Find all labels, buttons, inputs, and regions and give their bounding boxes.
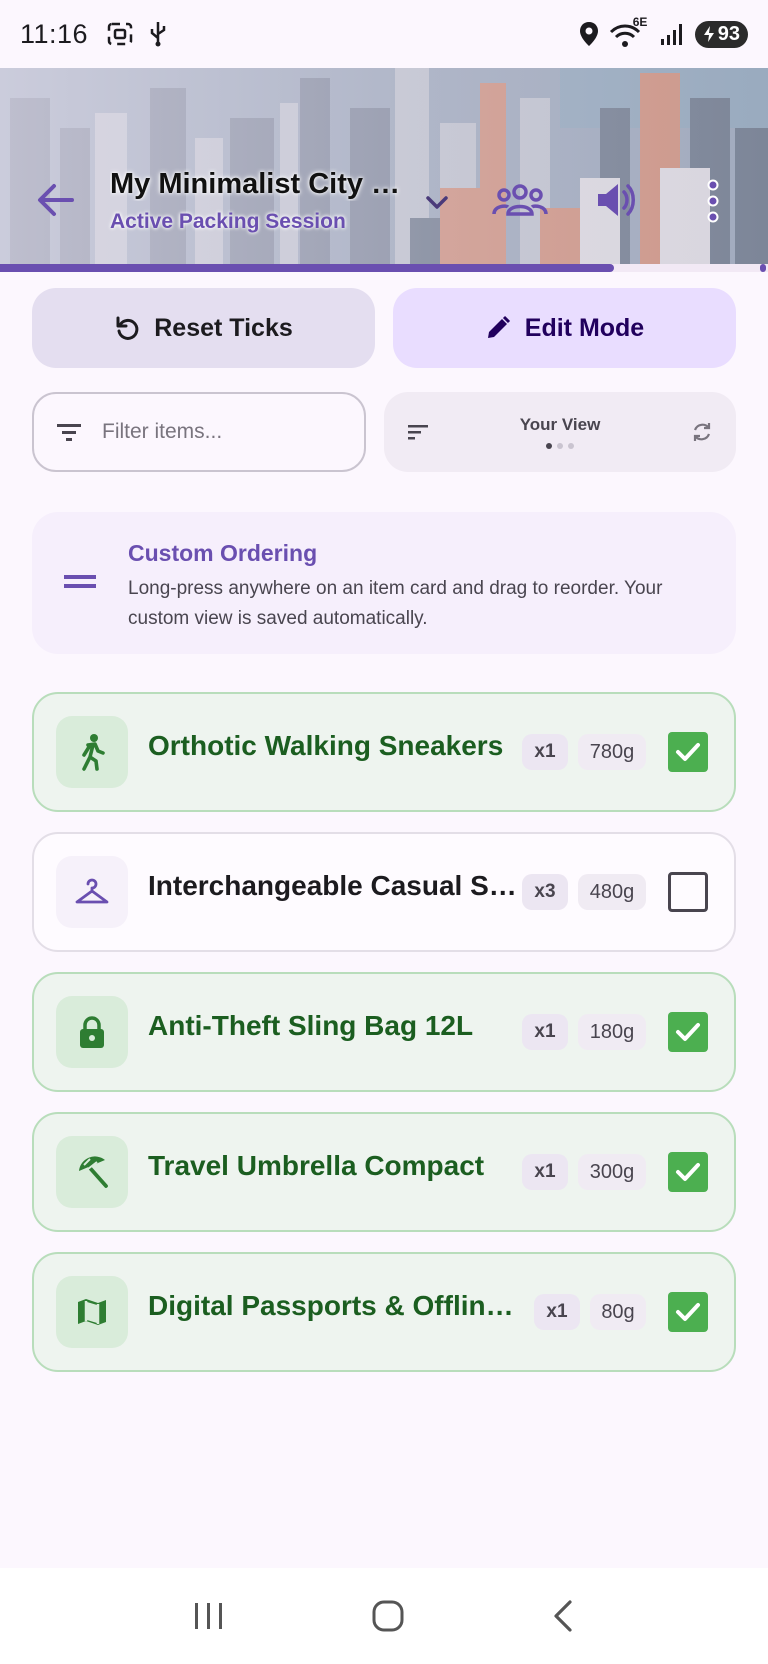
view-mode-toggle[interactable]: Your View xyxy=(384,392,736,472)
edit-mode-label: Edit Mode xyxy=(524,313,645,342)
info-text: Long-press anywhere on an item card and … xyxy=(128,578,663,629)
usb-icon xyxy=(150,22,166,47)
item-checkbox[interactable] xyxy=(668,732,708,772)
item-weight-chip: 480g xyxy=(578,874,646,910)
signal-icon xyxy=(660,24,682,45)
trip-subtitle: Active Packing Session xyxy=(110,210,346,233)
item-icon-box xyxy=(56,716,128,788)
system-nav-bar xyxy=(0,1568,768,1664)
list-item[interactable]: Orthotic Walking Sneakers x1 780g xyxy=(32,692,736,812)
filter-icon xyxy=(57,424,81,441)
hanger-icon xyxy=(75,878,109,904)
item-name: Interchangeable Casual Sh... xyxy=(148,870,528,901)
item-weight-chip: 780g xyxy=(578,734,646,770)
status-left-icons xyxy=(106,20,168,48)
page-dot-active xyxy=(546,443,552,449)
status-right: 6E 93 xyxy=(579,15,748,49)
check-icon xyxy=(676,743,700,761)
status-time: 11:16 xyxy=(20,18,89,49)
location-icon xyxy=(579,22,598,46)
more-vert-icon[interactable] xyxy=(700,178,726,224)
item-icon-box xyxy=(56,996,128,1068)
reset-ticks-label: Reset Ticks xyxy=(154,313,293,342)
item-weight-chip: 300g xyxy=(578,1154,646,1190)
page-dot xyxy=(557,443,563,449)
battery-charging-icon xyxy=(703,26,714,42)
item-qty-chip: x3 xyxy=(522,874,568,910)
map-icon xyxy=(78,1299,106,1325)
check-icon xyxy=(676,1023,700,1041)
wifi-group: 6E xyxy=(609,15,649,49)
list-item[interactable]: Travel Umbrella Compact x1 300g xyxy=(32,1112,736,1232)
item-name: Anti-Theft Sling Bag 12L xyxy=(148,1010,474,1041)
recent-apps-icon[interactable] xyxy=(192,1601,226,1631)
reset-icon xyxy=(116,316,139,340)
item-qty-chip: x1 xyxy=(522,734,568,770)
back-nav-icon[interactable] xyxy=(550,1599,576,1633)
item-icon-box xyxy=(56,856,128,928)
trip-header: My Minimalist City B... Active Packing S… xyxy=(0,68,768,272)
pencil-icon xyxy=(487,315,510,338)
item-name: Digital Passports & Offline ... xyxy=(148,1290,518,1321)
item-icon-box xyxy=(56,1136,128,1208)
cycle-icon xyxy=(693,423,711,441)
speaker-icon[interactable] xyxy=(594,178,638,222)
item-qty-chip: x1 xyxy=(522,1014,568,1050)
progress-end-marker xyxy=(760,264,766,272)
item-checkbox[interactable] xyxy=(668,872,708,912)
lock-icon xyxy=(80,1016,104,1048)
item-qty-chip: x1 xyxy=(522,1154,568,1190)
view-page-dots xyxy=(546,443,574,449)
custom-ordering-info-card: Custom Ordering Long-press anywhere on a… xyxy=(32,512,736,654)
item-qty-chip: x1 xyxy=(534,1294,580,1330)
list-item[interactable]: Anti-Theft Sling Bag 12L x1 180g xyxy=(32,972,736,1092)
packing-progress-bar xyxy=(0,264,768,272)
view-mode-label: Your View xyxy=(519,415,601,434)
view-mode-center: Your View xyxy=(430,415,690,449)
filter-input[interactable]: Filter items... xyxy=(32,392,366,472)
reset-ticks-button[interactable]: Reset Ticks xyxy=(32,288,375,368)
item-icon-box xyxy=(56,1276,128,1348)
drag-handle-icon xyxy=(64,575,96,588)
status-bar: 11:16 6E 93 xyxy=(0,0,768,68)
list-item[interactable]: Digital Passports & Offline ... x1 80g xyxy=(32,1252,736,1372)
check-icon xyxy=(676,1303,700,1321)
edit-mode-button[interactable]: Edit Mode xyxy=(393,288,736,368)
item-name: Orthotic Walking Sneakers xyxy=(148,730,504,761)
packing-progress-fill xyxy=(0,264,615,272)
chevron-down-icon[interactable] xyxy=(424,190,450,216)
walk-icon xyxy=(82,734,105,771)
network-label: 6E xyxy=(632,15,648,29)
group-icon[interactable] xyxy=(492,180,548,220)
item-name: Travel Umbrella Compact xyxy=(148,1150,485,1181)
filter-row: Filter items... Your View xyxy=(32,392,736,472)
screenshot-icon xyxy=(107,22,133,46)
battery-indicator: 93 xyxy=(694,20,748,48)
back-arrow-icon[interactable] xyxy=(36,180,76,220)
sort-icon xyxy=(408,425,428,440)
filter-placeholder: Filter items... xyxy=(102,420,223,443)
check-icon xyxy=(676,1163,700,1181)
list-item[interactable]: Interchangeable Casual Sh... x3 480g xyxy=(32,832,736,952)
umbrella-icon xyxy=(79,1156,108,1188)
item-weight-chip: 180g xyxy=(578,1014,646,1050)
trip-title[interactable]: My Minimalist City B... xyxy=(110,168,410,201)
item-weight-chip: 80g xyxy=(590,1294,646,1330)
battery-level: 93 xyxy=(717,22,740,45)
action-button-row: Reset Ticks Edit Mode xyxy=(32,288,736,368)
home-icon[interactable] xyxy=(371,1599,405,1633)
item-checkbox[interactable] xyxy=(668,1292,708,1332)
item-checkbox[interactable] xyxy=(668,1152,708,1192)
page-dot xyxy=(568,443,574,449)
info-title: Custom Ordering xyxy=(128,540,318,566)
item-checkbox[interactable] xyxy=(668,1012,708,1052)
